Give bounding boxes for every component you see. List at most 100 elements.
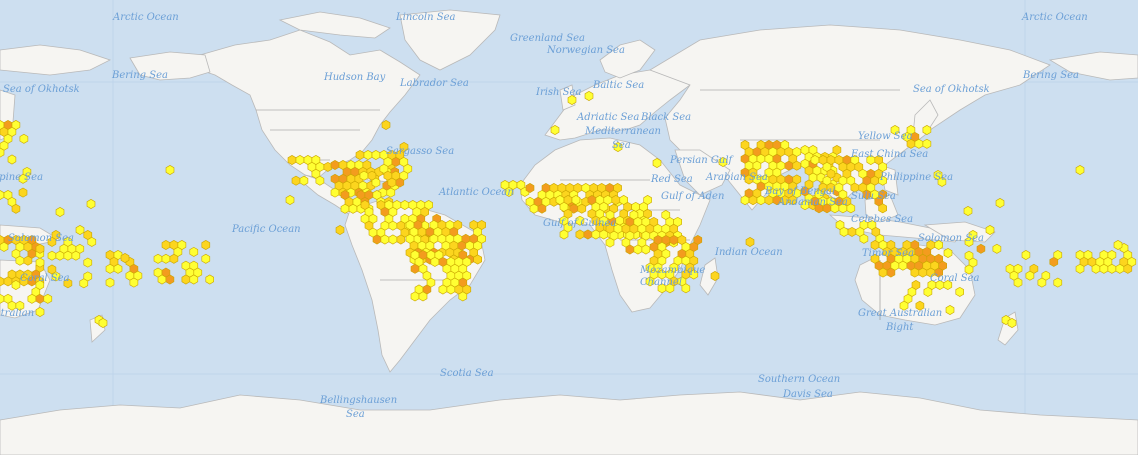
hexbin-cell[interactable] [291, 175, 301, 186]
hexbin-cell[interactable] [105, 263, 115, 274]
hexbin-cell[interactable] [605, 237, 615, 248]
hexbin-cell[interactable] [985, 225, 995, 235]
hexbin-cell[interactable] [0, 190, 5, 200]
hexbin-cell[interactable] [641, 244, 651, 255]
hexbin-cell[interactable] [1025, 270, 1035, 281]
hexbin-cell[interactable] [529, 203, 539, 214]
hexbin-cell[interactable] [575, 229, 585, 240]
hexbin-cell[interactable] [914, 138, 924, 149]
hexbin-cell[interactable] [748, 195, 758, 206]
world-map[interactable]: Arctic Ocean Arctic Ocean Lincoln Sea Gr… [0, 0, 1138, 455]
hexbin-cell[interactable] [1013, 277, 1023, 288]
hexbin-cell[interactable] [380, 234, 390, 245]
hexbin-cell[interactable] [923, 286, 933, 297]
hexbin-cell[interactable] [55, 207, 65, 217]
hexbin-cell[interactable] [756, 195, 766, 206]
hexbin-cell[interactable] [886, 267, 896, 278]
hexbin-cell[interactable] [633, 244, 643, 255]
hexbin-cell[interactable] [19, 133, 29, 144]
hexbin-cell[interactable] [371, 177, 381, 188]
hexbin-cell[interactable] [395, 177, 405, 188]
hexbin-cell[interactable] [43, 293, 53, 304]
hexbin-cell[interactable] [363, 150, 373, 160]
hexbin-cell[interactable] [410, 291, 420, 302]
hexbin-cell[interactable] [86, 199, 96, 209]
hexbin-cell[interactable] [652, 158, 662, 168]
hexbin-cell[interactable] [71, 250, 81, 261]
hexbin-cell[interactable] [1115, 263, 1125, 274]
hexbin-cell[interactable] [105, 277, 115, 288]
hexbin-cell[interactable] [299, 175, 309, 186]
hexbin-cell[interactable] [898, 260, 908, 271]
hexbin-cell[interactable] [1113, 240, 1123, 250]
hexbin-cell[interactable] [27, 293, 37, 304]
hexbin-cell[interactable] [189, 246, 199, 257]
hexbin-cell[interactable] [388, 220, 398, 231]
hexbin-cell[interactable] [740, 195, 750, 206]
hexbin-cell[interactable] [153, 253, 163, 264]
hexbin-cell[interactable] [113, 263, 123, 274]
hexbin-cell[interactable] [878, 267, 888, 278]
hexbin-cell[interactable] [992, 243, 1002, 254]
hexbin-cell[interactable] [396, 234, 406, 245]
hexbin-cell[interactable] [295, 155, 305, 165]
hexbin-cell[interactable] [63, 250, 73, 261]
hexbin-cell[interactable] [559, 229, 569, 240]
hexbin-cell[interactable] [161, 253, 171, 264]
hexbin-cell[interactable] [388, 234, 398, 245]
hexbin-cell[interactable] [120, 253, 130, 263]
hexbin-cell[interactable] [839, 226, 849, 237]
hexbin-cell[interactable] [129, 277, 139, 288]
hexbin-cell[interactable] [1123, 263, 1133, 274]
hexbin-cell[interactable] [784, 160, 794, 171]
hexbin-cell[interactable] [537, 203, 547, 214]
hexbin-cell[interactable] [1099, 263, 1109, 274]
hexbin-cell[interactable] [458, 291, 468, 302]
hexbin-cell[interactable] [386, 187, 396, 198]
hexbin-cell[interactable] [945, 305, 955, 315]
hexbin-cell[interactable] [846, 203, 856, 214]
hexbin-cell[interactable] [55, 250, 65, 261]
hexbin-cell[interactable] [417, 226, 427, 237]
hexbin-cell[interactable] [910, 267, 920, 278]
hexbin-cell[interactable] [1021, 250, 1031, 260]
hexbin-cell[interactable] [583, 229, 593, 240]
hexbin-cell[interactable] [792, 160, 802, 171]
hexbin-cell[interactable] [810, 155, 820, 165]
hexbin-cell[interactable] [285, 195, 295, 205]
hexbin-cell[interactable] [1037, 277, 1047, 288]
hexbin-cell[interactable] [340, 203, 350, 214]
hexbin-cell[interactable] [525, 183, 535, 193]
hexbin-cell[interactable] [550, 125, 560, 135]
hexbin-cell[interactable] [35, 257, 45, 268]
hexbin-cell[interactable] [35, 307, 45, 317]
hexbin-cell[interactable] [287, 155, 297, 165]
hexbin-cell[interactable] [157, 274, 167, 285]
hexbin-cell[interactable] [387, 177, 397, 188]
hexbin-cell[interactable] [473, 254, 483, 265]
hexbin-cell[interactable] [11, 203, 21, 214]
hexbin-cell[interactable] [847, 226, 857, 237]
hexbin-cell[interactable] [1049, 256, 1059, 267]
hexbin-cell[interactable] [446, 284, 456, 295]
hexbin-cell[interactable] [922, 125, 932, 135]
hexbin-cell[interactable] [918, 267, 928, 278]
hexbin-cell[interactable] [11, 280, 21, 290]
hexbin-cell[interactable] [201, 240, 211, 250]
hexbin-cell[interactable] [381, 120, 391, 130]
hexbin-cell[interactable] [1091, 263, 1101, 274]
hexbin-cell[interactable] [35, 293, 45, 304]
hexbin-cell[interactable] [0, 241, 9, 252]
hexbin-cell[interactable] [83, 257, 93, 268]
hexbin-cell[interactable] [745, 237, 755, 247]
hexbin-cell[interactable] [18, 187, 28, 198]
hexbin-cell[interactable] [584, 91, 594, 101]
hexbin-cell[interactable] [591, 229, 601, 240]
hexbin-cell[interactable] [995, 198, 1005, 208]
hexbin-cell[interactable] [7, 154, 17, 165]
hexbin-cell[interactable] [23, 255, 33, 266]
hexbin-cell[interactable] [1075, 165, 1085, 175]
hexbin-cell[interactable] [878, 203, 888, 214]
hexbin-cell[interactable] [47, 250, 57, 261]
hexbin-cell[interactable] [976, 243, 986, 254]
